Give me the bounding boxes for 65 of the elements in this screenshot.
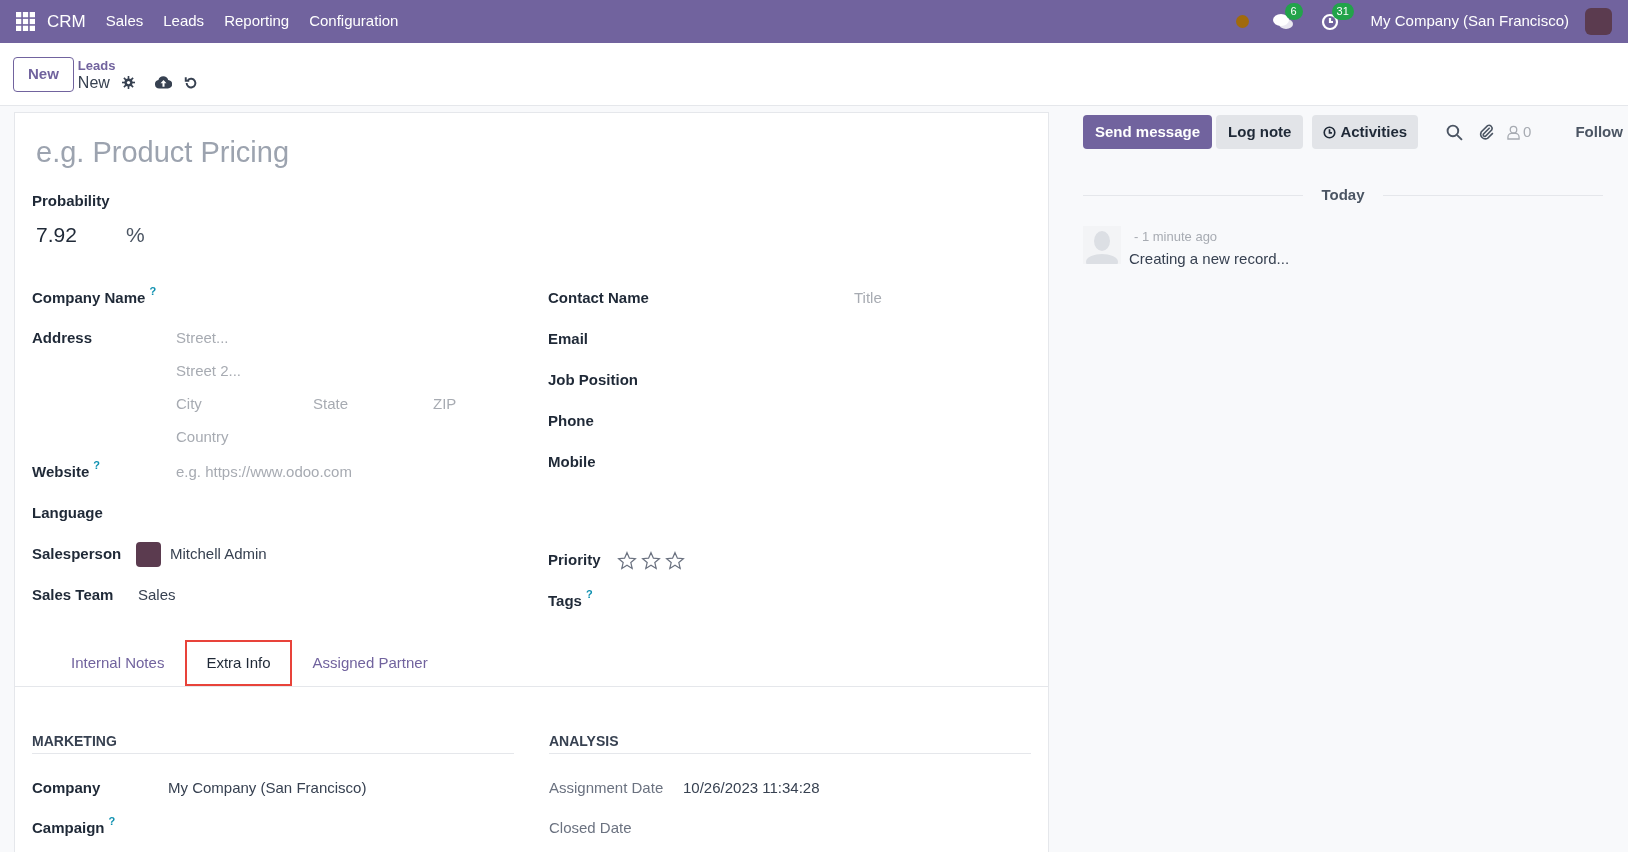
section-heading: ANALYSIS	[549, 731, 1031, 754]
field-label: Email	[548, 329, 589, 350]
menu-item[interactable]: Leads	[163, 10, 205, 33]
clock-icon[interactable]	[1320, 12, 1339, 31]
field-label: Language	[32, 503, 103, 524]
field-label: Mobile	[548, 452, 596, 473]
breadcrumb-link[interactable]: Leads	[77, 57, 198, 74]
person-icon	[1507, 124, 1521, 140]
star-icon[interactable]	[665, 550, 685, 571]
record-name: New	[77, 74, 110, 91]
salesperson-field[interactable]: Mitchell Admin	[170, 543, 267, 566]
company-switcher[interactable]: My Company (San Francisco)	[1370, 10, 1569, 33]
field-value[interactable]: My Company (San Francisco)	[168, 776, 367, 800]
send-message-button[interactable]: Send message	[1083, 115, 1213, 149]
avatar	[136, 542, 161, 567]
form-tab[interactable]: Assigned Partner	[291, 640, 449, 686]
field-label: Contact Name	[548, 288, 649, 309]
paperclip-icon[interactable]	[1478, 123, 1496, 141]
undo-icon[interactable]	[183, 75, 198, 90]
field-label: Company Name	[32, 288, 146, 309]
activity-count-badge: 31	[1331, 2, 1354, 20]
search-icon[interactable]	[1446, 123, 1464, 141]
cloud-upload-icon[interactable]	[154, 76, 172, 89]
help-tooltip[interactable]: ?	[149, 285, 157, 298]
field-label: Website	[32, 462, 90, 483]
menu-item[interactable]: Sales	[105, 10, 144, 33]
field-label: Probability	[32, 191, 111, 211]
new-button[interactable]: New	[13, 56, 74, 92]
clock-icon	[1323, 125, 1337, 139]
field-label: Phone	[548, 411, 594, 432]
help-tooltip[interactable]: ?	[108, 814, 116, 827]
log-note-button[interactable]: Log note	[1216, 115, 1304, 149]
field-value[interactable]: Sales	[138, 584, 176, 607]
field-label: Priority	[548, 550, 601, 571]
percent-sign: %	[126, 221, 145, 248]
activities-button[interactable]: Activities	[1312, 115, 1419, 149]
message-time: - 1 minute ago	[1133, 227, 1219, 246]
help-tooltip[interactable]: ?	[93, 459, 100, 472]
app-name-link[interactable]: CRM	[47, 8, 86, 35]
menu-item[interactable]: Configuration	[309, 10, 399, 33]
field-label: Campaign	[32, 817, 105, 838]
menu-item[interactable]: Reporting	[224, 10, 290, 33]
field-label: Sales Team	[32, 585, 114, 606]
field-label: Job Position	[548, 370, 638, 391]
help-tooltip[interactable]: ?	[585, 588, 593, 601]
field-label: Company	[32, 777, 101, 798]
star-icon[interactable]	[617, 550, 637, 571]
follow-button[interactable]: Follow	[1575, 120, 1623, 144]
field-label: Salesperson	[32, 544, 122, 565]
field-value[interactable]: 10/26/2023 11:34:28	[683, 776, 820, 800]
date-separator: Today	[1320, 185, 1366, 205]
message-body: Creating a new record...	[1129, 248, 1290, 269]
field-label: Assignment Date	[549, 777, 664, 798]
priority-stars[interactable]	[617, 550, 685, 571]
section-heading: MARKETING	[32, 731, 514, 754]
field-label: Tags	[548, 591, 582, 612]
apps-grid-icon[interactable]	[16, 12, 35, 31]
message-count-badge: 6	[1284, 2, 1303, 20]
gear-icon[interactable]	[121, 76, 135, 89]
star-icon[interactable]	[641, 550, 661, 571]
probability-field[interactable]: 7.92	[36, 218, 126, 250]
form-tab[interactable]: Internal Notes	[50, 640, 186, 686]
form-tab[interactable]: Extra Info	[185, 640, 292, 686]
field-label: Address	[32, 328, 93, 348]
field-label: Closed Date	[549, 817, 632, 838]
